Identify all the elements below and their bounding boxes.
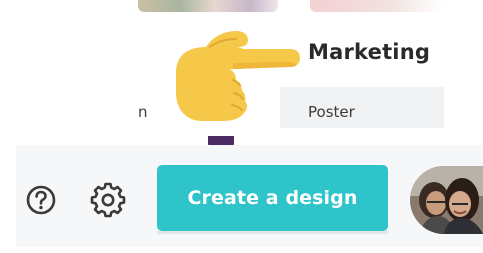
template-thumbnails (138, 0, 444, 12)
template-thumbnail[interactable] (310, 0, 444, 12)
template-thumbnail[interactable] (138, 0, 278, 12)
create-design-button[interactable]: Create a design (157, 165, 388, 231)
cropped-label: n (138, 103, 148, 121)
button-shadow (157, 231, 388, 234)
question-circle-icon (26, 185, 56, 215)
avatar[interactable] (410, 166, 483, 234)
settings-button[interactable] (90, 182, 126, 218)
subcategory-band (280, 87, 444, 128)
design-categories-panel: n Marketing Poster (138, 0, 444, 128)
subcategory-item-poster[interactable]: Poster (308, 103, 355, 121)
category-heading: Marketing (308, 40, 431, 64)
toolbar-bottom-edge (16, 247, 483, 253)
help-button[interactable] (23, 182, 59, 218)
gear-icon (90, 182, 126, 218)
